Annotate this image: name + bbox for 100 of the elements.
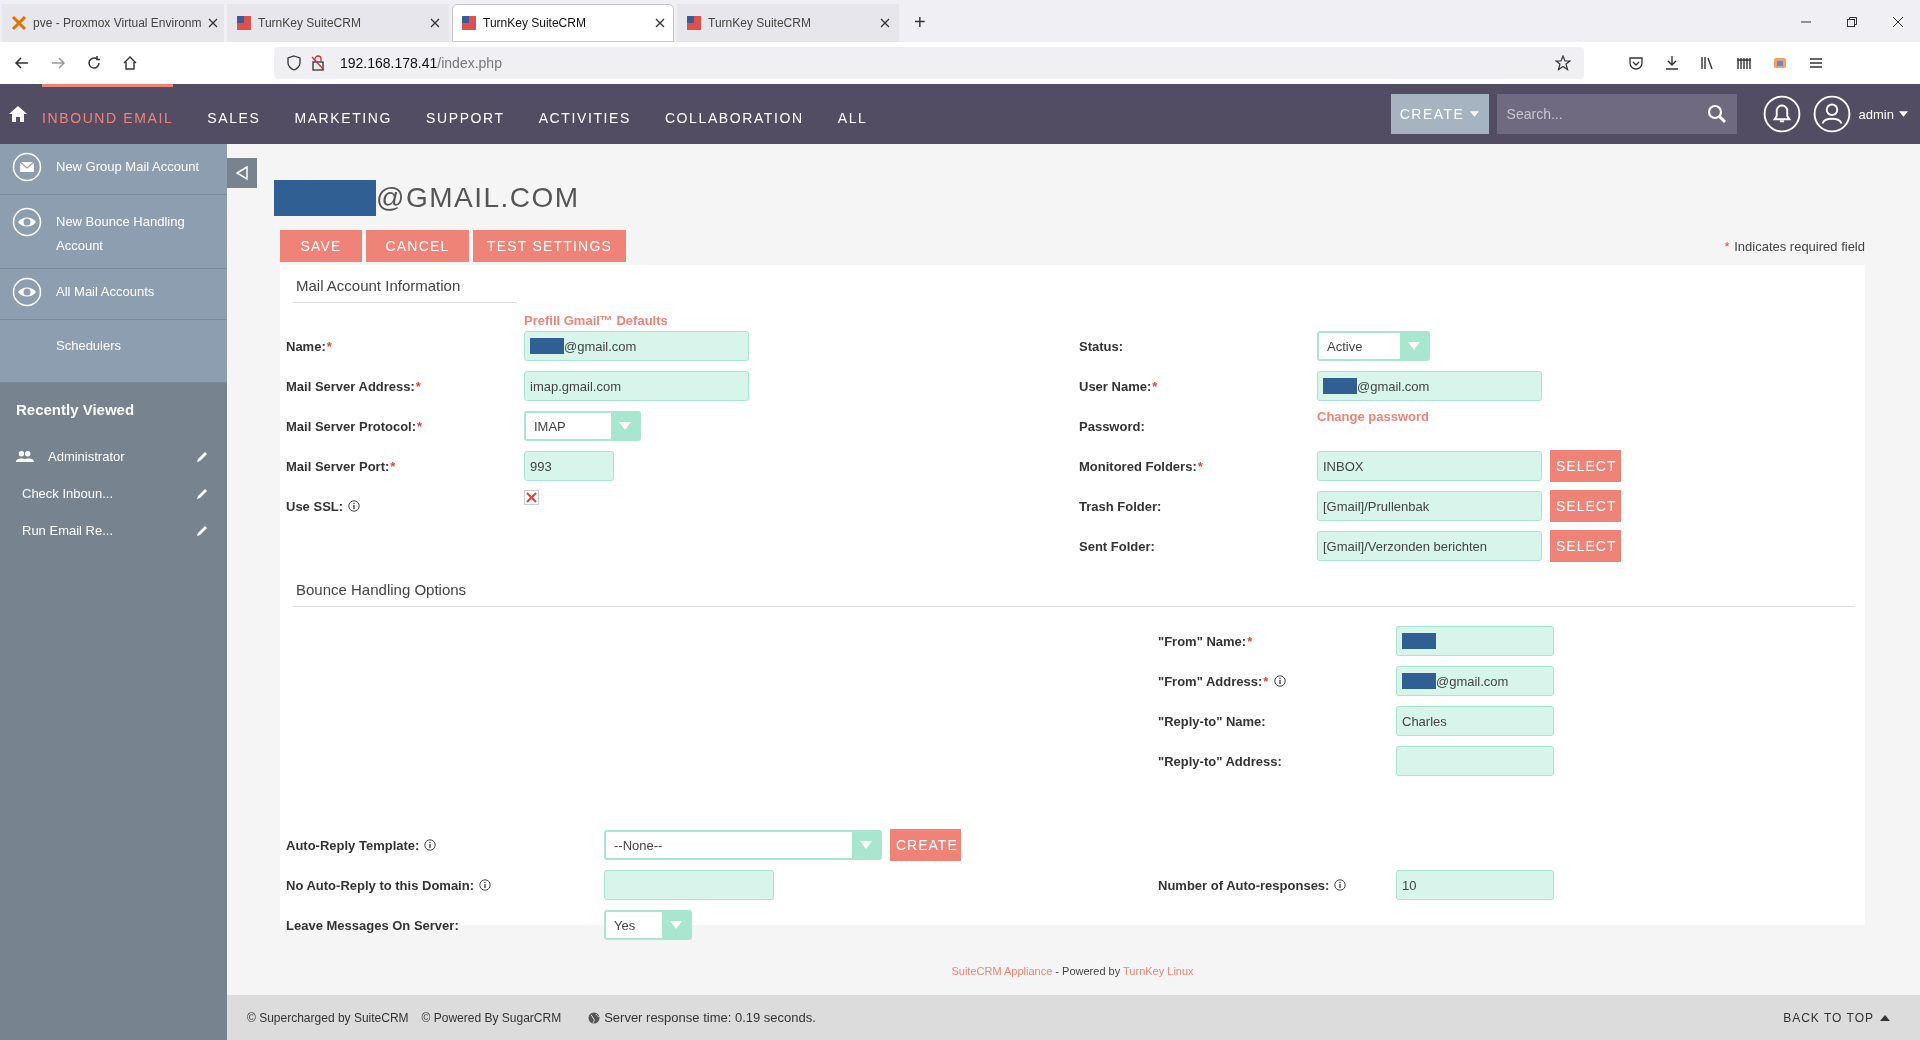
pencil-icon[interactable]: [195, 486, 209, 501]
close-icon[interactable]: [1892, 16, 1904, 28]
reload-icon[interactable]: [86, 55, 102, 71]
menu-icon[interactable]: [1808, 55, 1824, 71]
search-field[interactable]: Search...: [1496, 94, 1737, 134]
eye-icon: [12, 207, 42, 237]
info-icon[interactable]: [479, 879, 491, 891]
nav-item[interactable]: COLLABORATION: [664, 84, 804, 144]
close-icon[interactable]: [430, 18, 440, 28]
info-icon[interactable]: [1334, 879, 1347, 891]
input-field[interactable]: [Gmail]/Prullenbak: [1317, 491, 1542, 521]
field-label: Use SSL:: [286, 498, 524, 514]
nav-item[interactable]: ACTIVITIES: [538, 84, 631, 144]
footer-text: © Powered By SugarCRM: [421, 1010, 562, 1025]
envelope-icon: [12, 152, 42, 182]
checkbox[interactable]: [524, 489, 539, 505]
field-label: Trash Folder:: [1079, 498, 1163, 514]
input-field[interactable]: [604, 870, 774, 900]
shield-icon: [286, 55, 302, 71]
download-icon[interactable]: [1664, 55, 1680, 71]
browser-tab[interactable]: TurnKey SuiteCRM: [677, 4, 899, 42]
nav-item[interactable]: SUPPORT: [426, 84, 505, 144]
dropdown[interactable]: IMAP: [524, 411, 641, 441]
input-field[interactable]: INBOX: [1317, 451, 1542, 481]
input-field[interactable]: [1396, 746, 1554, 776]
address-bar[interactable]: 192.168.178.41/index.php: [274, 47, 1584, 79]
input-field[interactable]: @gmail.com: [524, 331, 749, 361]
input-field[interactable]: @gmail.com: [1396, 666, 1554, 696]
field-label: Auto-Reply Template:: [286, 837, 604, 853]
forward-icon[interactable]: [50, 55, 66, 71]
users-icon: [16, 450, 34, 463]
field-label: Number of Auto-responses:: [1158, 877, 1396, 893]
field-label: Password:: [1079, 418, 1146, 434]
input-field[interactable]: 10: [1396, 870, 1554, 900]
extension-icon[interactable]: [1772, 55, 1788, 71]
field-label: Leave Messages On Server:: [286, 917, 460, 933]
info-icon[interactable]: [1274, 675, 1287, 687]
dropdown[interactable]: --None--: [604, 830, 882, 860]
search-icon[interactable]: [1706, 104, 1727, 124]
star-icon[interactable]: [1555, 55, 1571, 71]
info-icon[interactable]: [348, 500, 361, 512]
page-title: @GMAIL.COM: [376, 182, 580, 214]
pocket-icon[interactable]: [1628, 55, 1644, 71]
close-icon[interactable]: [207, 18, 218, 28]
new-tab-button[interactable]: +: [914, 11, 926, 34]
input-field[interactable]: imap.gmail.com: [524, 371, 749, 401]
response-time: Server response time: 0.19 seconds.: [604, 1010, 816, 1025]
close-icon[interactable]: [880, 18, 890, 28]
pencil-icon[interactable]: [195, 523, 209, 538]
browser-tab[interactable]: TurnKey SuiteCRM: [227, 4, 449, 42]
recent-item[interactable]: Check Inboun...: [16, 486, 187, 501]
input-field[interactable]: [Gmail]/Verzonden berichten: [1317, 531, 1542, 561]
restore-icon[interactable]: [1846, 16, 1858, 28]
input-field[interactable]: Charles: [1396, 706, 1554, 736]
browser-tab[interactable]: TurnKey SuiteCRM: [452, 4, 674, 42]
caret-icon: [670, 921, 682, 929]
field-label: Name:*: [286, 338, 333, 354]
field-label: User Name:*: [1079, 378, 1159, 394]
recent-item[interactable]: Administrator: [42, 449, 187, 464]
user-icon[interactable]: [1812, 95, 1851, 133]
close-icon[interactable]: [655, 18, 665, 28]
bars-icon[interactable]: [1736, 55, 1752, 71]
globe-icon: [588, 1011, 601, 1024]
info-icon[interactable]: [424, 839, 437, 851]
input-field[interactable]: [1396, 626, 1554, 656]
nav-item[interactable]: ALL: [837, 84, 868, 144]
triangle-left-icon: [236, 166, 248, 180]
input-field[interactable]: 993: [524, 451, 614, 481]
user-menu[interactable]: admin: [1858, 106, 1908, 122]
recently-viewed-heading: Recently Viewed: [15, 401, 136, 418]
field-label: Mail Server Protocol:*: [286, 418, 424, 434]
pencil-icon[interactable]: [195, 449, 209, 464]
home-icon[interactable]: [8, 104, 28, 124]
recent-item[interactable]: Run Email Re...: [16, 523, 187, 538]
library-icon[interactable]: [1700, 55, 1716, 71]
field-label: Status:: [1079, 338, 1125, 354]
collapse-sidebar-button[interactable]: [227, 158, 257, 188]
dropdown[interactable]: Active: [1317, 331, 1430, 361]
bell-icon[interactable]: [1762, 95, 1801, 133]
caret-icon: [1470, 111, 1480, 117]
caret-icon: [860, 841, 872, 849]
field-label: Mail Server Address:*: [286, 378, 422, 394]
caret-icon: [1899, 111, 1908, 117]
eye-icon: [12, 277, 42, 307]
input-field[interactable]: @gmail.com: [1317, 371, 1542, 401]
field-label: No Auto-Reply to this Domain:: [286, 877, 604, 893]
back-to-top-link[interactable]: BACK TO TOP: [1783, 1010, 1890, 1025]
nav-item[interactable]: MARKETING: [294, 84, 393, 144]
browser-tab[interactable]: pve - Proxmox Virtual Environm: [2, 4, 224, 42]
required-note: * Indicates required field: [1723, 238, 1865, 254]
dropdown[interactable]: Yes: [604, 910, 692, 940]
credits-text: SuiteCRM Appliance - Powered by TurnKey Linux: [950, 965, 1195, 977]
home-icon[interactable]: [122, 55, 138, 71]
back-icon[interactable]: [14, 55, 30, 71]
field-label: "Reply-to" Name:: [1158, 713, 1267, 729]
caret-icon: [619, 422, 631, 430]
nav-item[interactable]: SALES: [207, 84, 261, 144]
flag-icon: [236, 15, 252, 31]
flag-icon: [686, 15, 702, 31]
field-label: "Reply-to" Address:: [1158, 753, 1283, 769]
